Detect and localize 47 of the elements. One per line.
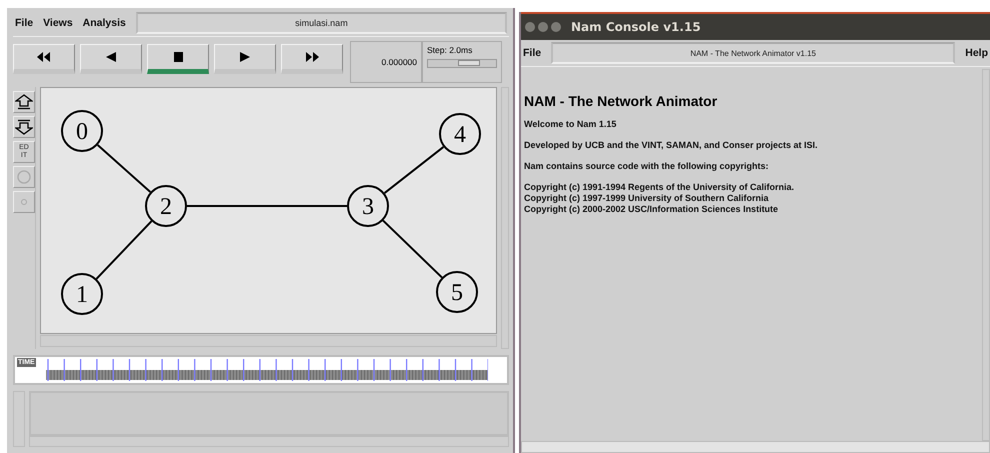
- vertical-scrollbar[interactable]: [982, 69, 990, 441]
- link-line: [97, 144, 151, 193]
- zoom-in-icon: [15, 94, 33, 110]
- step-label: Step: 2.0ms: [427, 45, 474, 55]
- console-text: Copyright (c) 1991-1994 Regents of the University of California.: [524, 182, 796, 193]
- tool-button[interactable]: [13, 91, 35, 113]
- play-button[interactable]: [214, 44, 276, 74]
- zoom-out-icon: [15, 119, 33, 135]
- menu-item[interactable]: File: [15, 17, 34, 29]
- network-node[interactable]: 0: [61, 110, 103, 152]
- console-text: Developed by UCB and the VINT, SAMAN, and Conser projects at ISI.: [524, 140, 819, 151]
- horizontal-scrollbar[interactable]: [521, 441, 990, 453]
- tool-button[interactable]: [13, 116, 35, 138]
- rewind-icon: [37, 52, 51, 62]
- network-node[interactable]: 3: [347, 185, 389, 227]
- window-controls-icon[interactable]: [525, 22, 561, 32]
- forward-button[interactable]: [281, 44, 343, 74]
- link-line: [96, 220, 152, 280]
- console-text: Copyright (c) 2000-2002 USC/Information Sciences Institute: [524, 204, 780, 215]
- header-field: NAM - The Network Animator v1.15: [551, 42, 956, 64]
- console-text: Nam contains source code with the following copyrights:: [524, 161, 770, 172]
- fast-forward-icon: [305, 52, 319, 62]
- horizontal-scrollbar[interactable]: [40, 335, 497, 347]
- menu-item[interactable]: Help: [965, 47, 988, 59]
- link-line: [384, 146, 444, 194]
- back-button[interactable]: [80, 44, 142, 74]
- console-text: Copyright (c) 1997-1999 University of Southern California: [524, 193, 770, 204]
- window-title: Nam Console v1.15: [571, 20, 701, 34]
- menu-item[interactable]: File: [523, 47, 542, 59]
- console-heading: NAM - The Network Animator: [524, 93, 718, 109]
- stop-button[interactable]: [147, 44, 209, 74]
- network-node[interactable]: 4: [439, 113, 481, 155]
- network-node[interactable]: 2: [145, 185, 187, 227]
- rewind-button[interactable]: [13, 44, 75, 74]
- network-node[interactable]: 1: [61, 273, 103, 315]
- menu-item[interactable]: Views: [43, 17, 73, 29]
- step-slider[interactable]: [427, 59, 497, 68]
- console-text: Welcome to Nam 1.15: [524, 119, 618, 130]
- time-display: 0.000000: [350, 41, 422, 83]
- circle-icon: [16, 169, 32, 185]
- play-icon: [238, 52, 252, 62]
- back-icon: [104, 52, 118, 62]
- stop-icon: [171, 52, 185, 62]
- link-line: [382, 220, 443, 278]
- network-node[interactable]: 5: [436, 271, 478, 313]
- menu-item[interactable]: Analysis: [82, 17, 126, 29]
- file-name-field: simulasi.nam: [136, 12, 507, 34]
